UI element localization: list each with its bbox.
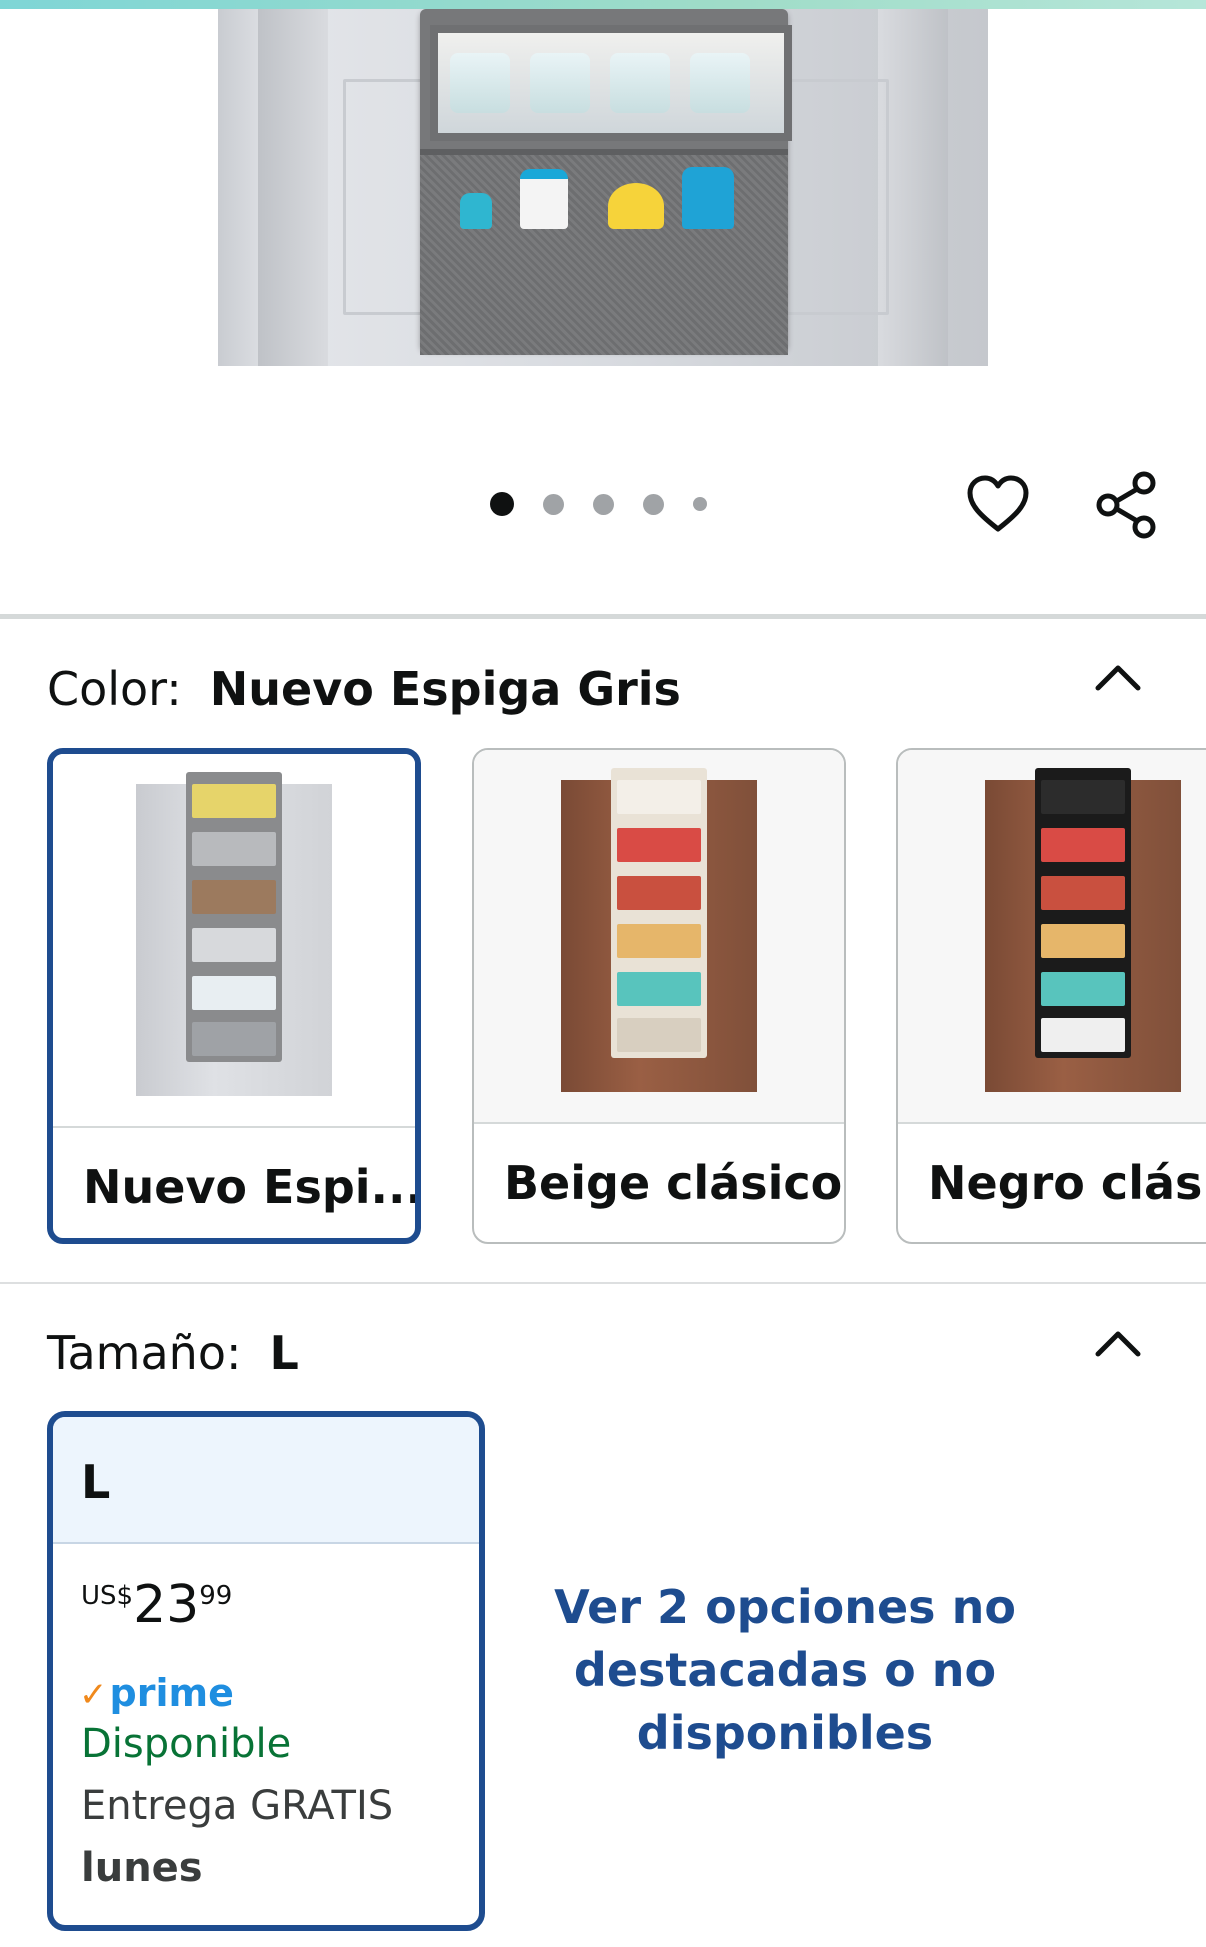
availability-status: Disponible: [81, 1721, 292, 1767]
product-image[interactable]: [218, 9, 988, 366]
color-option-image: [898, 750, 1206, 1122]
color-selector-label: Color: Nuevo Espiga Gris: [47, 662, 681, 716]
chevron-up-icon[interactable]: [1090, 1322, 1146, 1362]
heart-icon: [967, 475, 1029, 532]
carousel-dot[interactable]: [543, 493, 564, 515]
section-divider: [0, 614, 1206, 619]
carousel-dot[interactable]: [593, 493, 614, 515]
size-option-l[interactable]: L US$2399 ✓prime Disponible Entrega GRAT…: [47, 1411, 485, 1931]
wishlist-button[interactable]: [963, 470, 1033, 540]
section-divider: [0, 1282, 1206, 1284]
top-accent-strip: [0, 0, 1206, 9]
organizer-illustration: [420, 9, 792, 355]
color-option-negro-clasico[interactable]: Negro clásic: [896, 748, 1206, 1244]
color-option-beige-clasico[interactable]: Beige clásico: [472, 748, 846, 1244]
carousel-dot[interactable]: [693, 497, 707, 511]
price-fraction: 99: [199, 1581, 233, 1611]
price-currency: US$: [81, 1581, 134, 1611]
size-option-name: L: [81, 1455, 111, 1509]
selected-size-value: L: [269, 1326, 299, 1380]
price-whole: 23: [133, 1575, 200, 1635]
delivery-day: lunes: [81, 1845, 203, 1891]
size-label: Tamaño:: [47, 1326, 242, 1380]
more-size-options-link[interactable]: Ver 2 opciones no destacadas o no dispon…: [540, 1576, 1030, 1765]
color-option-image: [474, 750, 844, 1122]
color-option-label: Nuevo Espi...: [83, 1160, 421, 1214]
delivery-info: Entrega GRATIS: [81, 1783, 394, 1829]
price: US$2399: [81, 1575, 232, 1635]
color-option-nuevo-espiga-gris[interactable]: Nuevo Espi...: [47, 748, 421, 1244]
size-option-header: L: [53, 1417, 479, 1544]
color-option-label: Beige clásico: [504, 1156, 843, 1210]
prime-badge: ✓prime: [79, 1671, 234, 1715]
color-label: Color:: [47, 662, 182, 716]
image-carousel-dots[interactable]: [490, 492, 736, 516]
share-icon: [1096, 471, 1156, 539]
chevron-up-icon[interactable]: [1090, 656, 1146, 696]
carousel-dot[interactable]: [643, 493, 664, 515]
share-button[interactable]: [1092, 470, 1162, 540]
selected-color-value: Nuevo Espiga Gris: [209, 662, 681, 716]
carousel-dot[interactable]: [490, 492, 514, 516]
size-selector-label: Tamaño: L: [47, 1326, 299, 1380]
prime-check-icon: ✓: [79, 1675, 108, 1715]
product-page: Color: Nuevo Espiga Gris Nuevo Espi... B…: [0, 0, 1206, 1947]
color-option-image: [53, 754, 415, 1126]
color-option-label: Negro clásic: [928, 1156, 1206, 1210]
